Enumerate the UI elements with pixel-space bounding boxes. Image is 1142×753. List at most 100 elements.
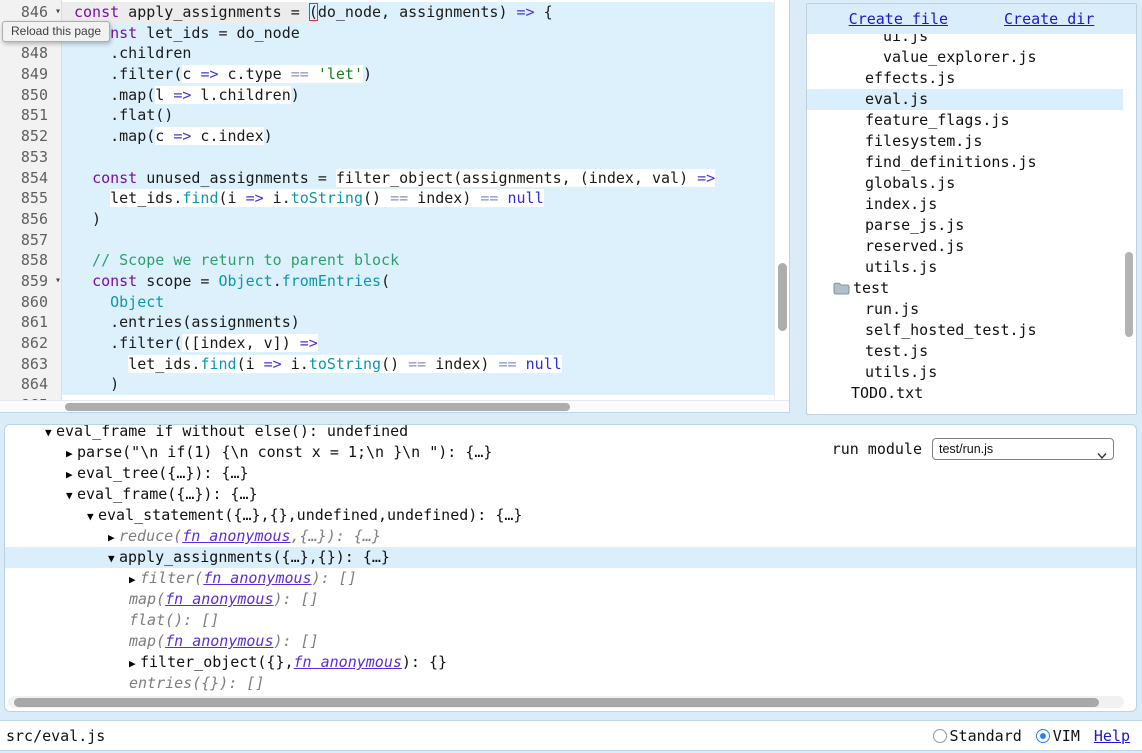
call-tree-row[interactable]: ▶eval_tree({…}): {…}: [5, 463, 1136, 484]
file-tree-item[interactable]: filesystem.js: [807, 131, 1136, 152]
file-tree-item[interactable]: find_definitions.js: [807, 152, 1136, 173]
file-tree-item[interactable]: feature_flags.js: [807, 110, 1136, 131]
editor-vertical-scrollbar-thumb[interactable]: [778, 263, 787, 331]
code-line[interactable]: 856 ): [0, 209, 789, 230]
call-panel-horizontal-scrollbar-thumb[interactable]: [14, 698, 1099, 707]
code-line[interactable]: 864 ): [0, 374, 789, 395]
code-line-text[interactable]: .map(c => c.index): [62, 126, 774, 147]
code-line[interactable]: 854 const unused_assignments = filter_ob…: [0, 168, 789, 189]
code-line[interactable]: 862 .filter(([index, v]) =>: [0, 333, 789, 354]
call-tree-row[interactable]: ▼apply_assignments({…},{}): {…}: [5, 547, 1136, 568]
code-line-text[interactable]: .entries(assignments): [62, 312, 774, 333]
create-dir-link[interactable]: Create dir: [1004, 10, 1094, 28]
code-line-text[interactable]: .flat(): [62, 105, 774, 126]
expand-arrow-icon[interactable]: ▶: [66, 464, 77, 485]
file-tree-folder[interactable]: test: [807, 278, 1136, 299]
file-tree-item[interactable]: test.js: [807, 341, 1136, 362]
code-line[interactable]: 853: [0, 147, 789, 168]
code-line-text[interactable]: let_ids.find(i => i.toString() == index)…: [62, 188, 774, 209]
collapse-arrow-icon[interactable]: ▼: [66, 485, 77, 506]
call-tree-row[interactable]: ▶reduce(fn anonymous,{…}): {…}: [5, 526, 1136, 547]
call-tree-row[interactable]: ▼eval_frame({…}): {…}: [5, 484, 1136, 505]
code-line[interactable]: 850 .map(l => l.children): [0, 85, 789, 106]
expand-arrow-icon[interactable]: ▶: [108, 527, 119, 548]
expand-arrow-icon[interactable]: ▶: [129, 653, 140, 674]
editor-vertical-scrollbar[interactable]: [774, 0, 789, 400]
file-tree-item[interactable]: utils.js: [807, 362, 1136, 383]
call-panel-horizontal-scrollbar[interactable]: [8, 696, 1124, 708]
file-panel-scrollbar[interactable]: [1123, 34, 1136, 414]
editor-horizontal-scrollbar-thumb[interactable]: [65, 403, 570, 411]
code-line-text[interactable]: let_ids.find(i => i.toString() == index)…: [62, 354, 774, 375]
call-tree-row[interactable]: entries({}): []: [5, 673, 1136, 694]
code-line[interactable]: 852 .map(c => c.index): [0, 126, 789, 147]
fold-marker-icon[interactable]: ▾: [55, 271, 61, 292]
create-file-link[interactable]: Create file: [849, 10, 948, 28]
call-tree-row[interactable]: map(fn anonymous): []: [5, 631, 1136, 652]
code-line[interactable]: 858 // Scope we return to parent block: [0, 250, 789, 271]
call-tree[interactable]: ▼eval_frame if without else(): undefined…: [5, 424, 1136, 694]
code-line-text[interactable]: const let_ids = do_node: [62, 23, 774, 44]
call-tree-row[interactable]: ▶filter_object({},fn anonymous): {}: [5, 652, 1136, 673]
radio-unselected-icon[interactable]: [933, 729, 947, 743]
code-line[interactable]: 859▾ const scope = Object.fromEntries(: [0, 271, 789, 292]
editor-horizontal-scrollbar[interactable]: [0, 400, 789, 412]
code-line-text[interactable]: const scope = Object.fromEntries(: [62, 271, 774, 292]
fold-marker-icon[interactable]: ▾: [55, 2, 61, 23]
call-tree-row[interactable]: flat(): []: [5, 610, 1136, 631]
code-editor[interactable]: 846▾const apply_assignments = (do_node, …: [0, 0, 790, 413]
code-line-text[interactable]: .map(l => l.children): [62, 85, 774, 106]
code-line[interactable]: 846▾const apply_assignments = (do_node, …: [0, 2, 789, 23]
code-line-text[interactable]: .filter(c => c.type == 'let'): [62, 64, 774, 85]
code-line[interactable]: 860 Object: [0, 292, 789, 313]
radio-selected-icon[interactable]: [1036, 729, 1050, 743]
code-line[interactable]: 849 .filter(c => c.type == 'let'): [0, 64, 789, 85]
call-tree-row[interactable]: ▶filter(fn anonymous): []: [5, 568, 1136, 589]
file-tree-item[interactable]: effects.js: [807, 68, 1136, 89]
code-line-text[interactable]: .children: [62, 43, 774, 64]
code-lines[interactable]: 846▾const apply_assignments = (do_node, …: [0, 2, 789, 413]
fn-anonymous-link[interactable]: fn anonymous: [203, 569, 311, 587]
file-tree-item[interactable]: index.js: [807, 194, 1136, 215]
file-tree-item[interactable]: parse_js.js: [807, 215, 1136, 236]
help-link[interactable]: Help: [1094, 727, 1130, 745]
code-line-text[interactable]: const unused_assignments = filter_object…: [62, 168, 774, 189]
file-tree-item[interactable]: run.js: [807, 299, 1136, 320]
code-line[interactable]: 847 const let_ids = do_node: [0, 23, 789, 44]
code-line-text[interactable]: ): [62, 374, 774, 395]
file-tree-item[interactable]: reserved.js: [807, 236, 1136, 257]
file-tree-item[interactable]: TODO.txt: [807, 383, 1136, 404]
code-line-text[interactable]: const apply_assignments = (do_node, assi…: [62, 2, 774, 23]
expand-arrow-icon[interactable]: ▶: [66, 443, 77, 464]
mode-radio-standard[interactable]: Standard: [933, 727, 1022, 745]
collapse-arrow-icon[interactable]: ▼: [45, 424, 56, 443]
fn-anonymous-link[interactable]: fn anonymous: [182, 527, 290, 545]
mode-radio-vim[interactable]: VIM: [1036, 727, 1080, 745]
code-line-text[interactable]: [62, 147, 774, 168]
code-line-text[interactable]: Object: [62, 292, 774, 313]
code-line-text[interactable]: [62, 230, 774, 251]
collapse-arrow-icon[interactable]: ▼: [87, 506, 98, 527]
code-line[interactable]: 863 let_ids.find(i => i.toString() == in…: [0, 354, 789, 375]
run-module-select[interactable]: test/run.js: [932, 438, 1114, 460]
code-line[interactable]: 851 .flat(): [0, 105, 789, 126]
code-line[interactable]: 857: [0, 230, 789, 251]
code-line-text[interactable]: // Scope we return to parent block: [62, 250, 774, 271]
code-line-text[interactable]: .filter(([index, v]) =>: [62, 333, 774, 354]
file-tree-item[interactable]: globals.js: [807, 173, 1136, 194]
file-tree-item[interactable]: value_explorer.js: [807, 47, 1136, 68]
code-line[interactable]: 855 let_ids.find(i => i.toString() == in…: [0, 188, 789, 209]
collapse-arrow-icon[interactable]: ▼: [108, 548, 119, 569]
file-tree-item[interactable]: self_hosted_test.js: [807, 320, 1136, 341]
expand-arrow-icon[interactable]: ▶: [129, 569, 140, 590]
code-line[interactable]: 848 .children: [0, 43, 789, 64]
call-tree-row[interactable]: ▼eval_statement({…},{},undefined,undefin…: [5, 505, 1136, 526]
fn-anonymous-link[interactable]: fn anonymous: [165, 632, 273, 650]
call-tree-row[interactable]: map(fn anonymous): []: [5, 589, 1136, 610]
file-tree-item[interactable]: ui.js: [807, 34, 1136, 47]
file-tree[interactable]: ui.jsvalue_explorer.jseffects.jseval.jsf…: [807, 34, 1136, 414]
file-tree-item[interactable]: eval.js: [807, 89, 1136, 110]
fn-anonymous-link[interactable]: fn anonymous: [294, 653, 402, 671]
file-panel-scrollbar-thumb[interactable]: [1125, 252, 1133, 337]
fn-anonymous-link[interactable]: fn anonymous: [165, 590, 273, 608]
